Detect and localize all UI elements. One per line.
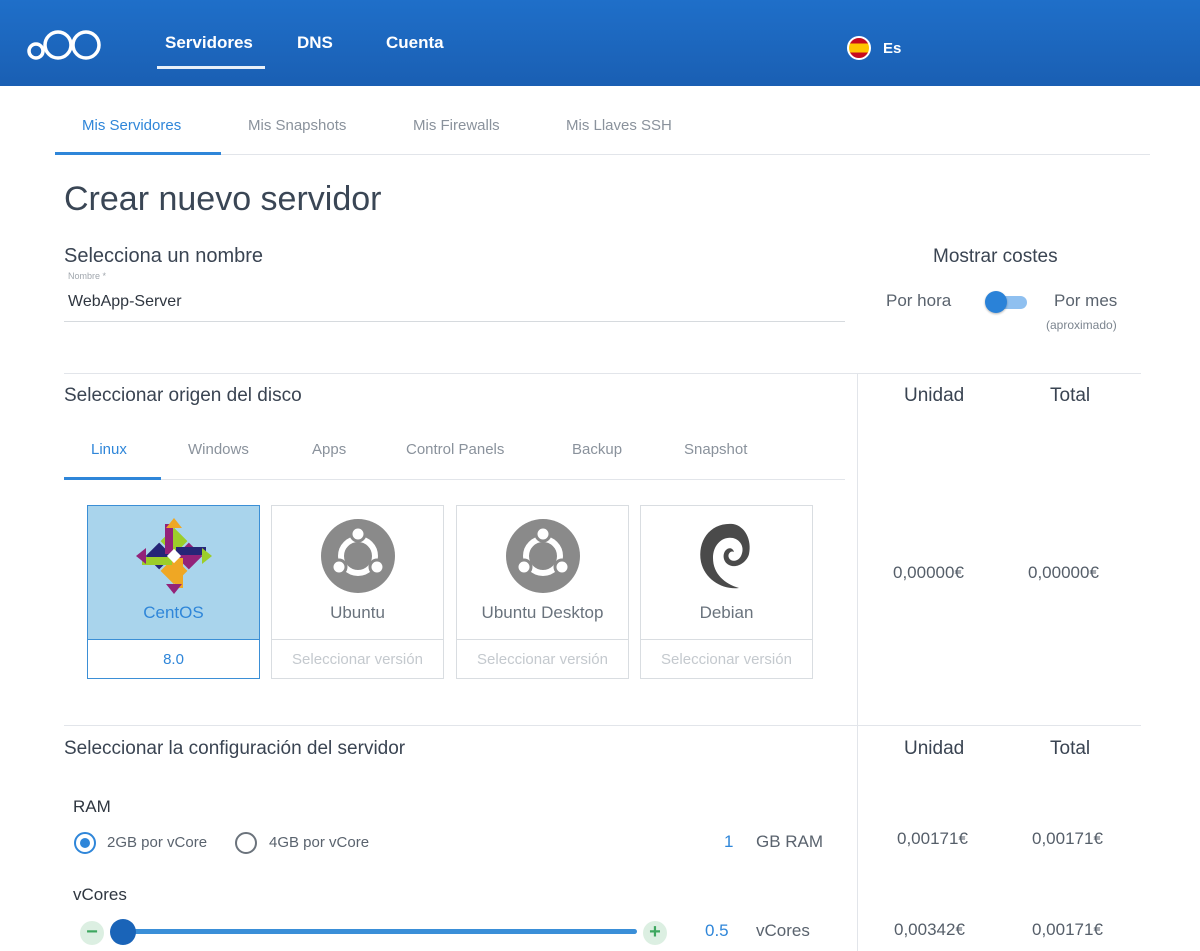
name-section-title: Selecciona un nombre [64,245,264,267]
section-divider [64,725,1141,726]
nav-active-indicator [157,66,265,69]
vcores-unit-price: 0,00342€ [894,920,965,939]
config-unit-header: Unidad [904,738,965,759]
disk-section-title: Seleccionar origen del disco [64,385,302,406]
ram-unit: GB RAM [756,832,824,851]
ram-label: RAM [73,797,111,816]
ram-value: 1 [724,832,734,851]
tab-mis-firewalls[interactable]: Mis Firewalls [413,117,500,134]
per-month-label: Por mes [1054,291,1118,310]
os-tab-linux[interactable]: Linux [91,441,127,458]
vcores-increase-button[interactable]: + [643,921,667,945]
os-name: Debian [699,603,754,622]
os-tab-apps[interactable]: Apps [312,441,346,458]
page-title: Crear nuevo servidor [64,180,382,218]
card-divider [641,639,812,640]
os-card-ubuntu[interactable]: Ubuntu Seleccionar versión [271,505,444,679]
version-selector[interactable]: Seleccionar versión [272,651,443,668]
price-column-divider [857,373,858,951]
ram-option-2gb-label[interactable]: 2GB por vCore [107,834,207,851]
card-divider [272,639,443,640]
config-total-header: Total [1050,738,1091,759]
tab-mis-llaves-ssh[interactable]: Mis Llaves SSH [566,117,672,134]
logo[interactable] [26,24,104,64]
version-selector[interactable]: 8.0 [88,651,259,668]
tab-mis-servidores[interactable]: Mis Servidores [82,117,181,134]
per-hour-label: Por hora [886,291,952,310]
name-input-underline [64,321,845,322]
ram-total-price: 0,00171€ [1032,829,1103,848]
language-selector[interactable]: Es [847,36,901,60]
approximate-note: (aproximado) [1046,318,1117,332]
config-section-title: Seleccionar la configuración del servido… [64,738,406,759]
centos-icon [135,518,212,594]
os-tab-active-indicator [64,477,161,480]
vcores-decrease-button[interactable]: − [80,921,104,945]
nav-dns[interactable]: DNS [297,33,333,53]
ram-option-2gb-radio[interactable] [74,832,96,854]
cost-period-toggle[interactable] [985,291,1027,313]
nav-servidores[interactable]: Servidores [165,33,253,53]
vcores-slider-handle[interactable] [110,919,136,945]
tab-mis-snapshots[interactable]: Mis Snapshots [248,117,346,134]
os-name: CentOS [143,603,204,622]
name-field-label: Nombre * [68,271,107,281]
os-tab-windows[interactable]: Windows [188,441,249,458]
nav-cuenta[interactable]: Cuenta [386,33,444,53]
disk-total-price: 0,00000€ [1028,563,1099,582]
os-tab-snapshot[interactable]: Snapshot [684,441,747,458]
server-name-input[interactable]: WebApp-Server [68,293,182,311]
language-label: Es [883,39,902,57]
vcores-label: vCores [73,885,127,904]
os-name: Ubuntu [330,603,385,622]
os-name: Ubuntu Desktop [481,603,604,622]
subtab-active-indicator [55,152,221,155]
section-divider [64,373,1141,374]
disk-total-header: Total [1050,385,1091,406]
vcores-unit: vCores [756,921,810,940]
debian-icon [699,523,750,589]
ubuntu-icon [505,519,580,593]
os-tabs-divider [64,479,845,480]
card-divider [88,639,259,640]
disk-unit-price: 0,00000€ [893,563,964,582]
os-tab-backup[interactable]: Backup [572,441,622,458]
costs-title: Mostrar costes [933,246,1058,267]
version-selector[interactable]: Seleccionar versión [641,651,812,668]
os-card-debian[interactable]: Debian Seleccionar versión [640,505,813,679]
disk-unit-header: Unidad [904,385,965,406]
vcores-slider-track[interactable] [112,929,637,934]
os-card-centos[interactable]: CentOS 8.0 [87,505,260,679]
ubuntu-icon [320,519,395,593]
spain-flag-icon [847,36,871,60]
card-divider [457,639,628,640]
version-selector[interactable]: Seleccionar versión [457,651,628,668]
os-card-ubuntu-desktop[interactable]: Ubuntu Desktop Seleccionar versión [456,505,629,679]
ram-unit-price: 0,00171€ [897,829,968,848]
top-navigation-bar: Servidores DNS Cuenta Es [0,0,1200,86]
vcores-total-price: 0,00171€ [1032,920,1103,939]
ram-option-4gb-radio[interactable] [235,832,257,854]
toggle-knob [985,291,1007,313]
vcores-value: 0.5 [705,921,729,940]
ram-option-4gb-label[interactable]: 4GB por vCore [269,834,369,851]
os-tab-control-panels[interactable]: Control Panels [406,441,504,458]
